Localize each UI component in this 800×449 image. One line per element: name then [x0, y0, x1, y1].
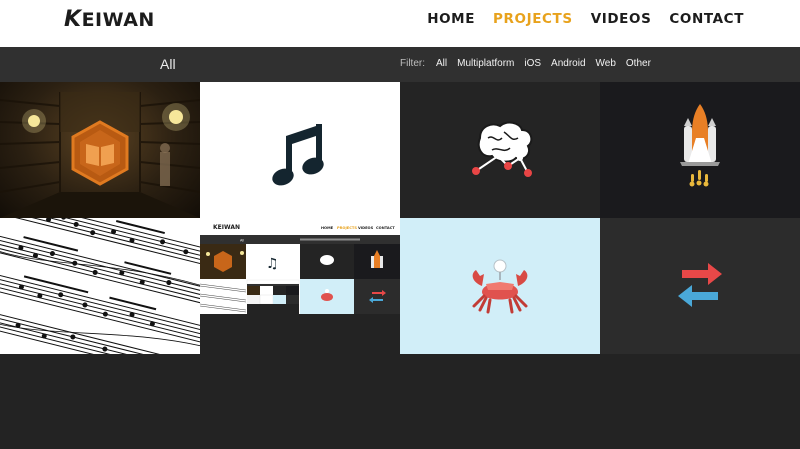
book-hexagon-icon — [71, 120, 129, 186]
project-tile-rocket[interactable] — [600, 82, 800, 218]
site-header: KEIWAN HOME PROJECTS VIDEOS CONTACT — [0, 0, 800, 47]
nav-home[interactable]: HOME — [427, 11, 475, 27]
sheet-music-image — [0, 218, 200, 354]
library-scene-image — [0, 92, 200, 218]
logo-letter-k: K — [64, 7, 82, 32]
svg-text:♫: ♫ — [266, 256, 279, 272]
filter-label: Filter: — [400, 58, 425, 69]
project-tile-library[interactable] — [0, 82, 200, 218]
project-tile-sheet-music[interactable] — [0, 218, 200, 354]
crab-icon — [472, 259, 528, 314]
site-logo[interactable]: KEIWAN — [64, 7, 155, 32]
nav-projects[interactable]: PROJECTS — [493, 11, 573, 27]
nav-contact[interactable]: CONTACT — [669, 11, 744, 27]
thumb-nav-videos: VIDEOS — [358, 226, 374, 230]
filter-multiplatform[interactable]: Multiplatform — [457, 58, 514, 69]
thumb-nav-projects: PROJECTS — [337, 226, 357, 230]
space-shuttle-icon — [680, 104, 720, 187]
thumb-logo: KEIWAN — [213, 224, 240, 231]
filter-list: Filter: All Multiplatform iOS Android We… — [400, 58, 651, 69]
filter-bar: All Filter: All Multiplatform iOS Androi… — [0, 47, 800, 82]
filter-web[interactable]: Web — [596, 58, 616, 69]
project-tile-music[interactable] — [200, 82, 400, 218]
project-tile-crab[interactable] — [400, 218, 600, 354]
filter-all[interactable]: All — [436, 58, 447, 69]
project-tile-website[interactable]: KEIWAN HOME PROJECTS VIDEOS CONTACT All … — [200, 218, 400, 354]
logo-text: EIWAN — [81, 9, 155, 31]
project-tile-brain[interactable] — [400, 82, 600, 218]
thumb-category-title: All — [240, 239, 244, 243]
website-screenshot-image: KEIWAN HOME PROJECTS VIDEOS CONTACT All … — [200, 218, 400, 354]
nav-videos[interactable]: VIDEOS — [591, 11, 652, 27]
music-note-icon — [272, 124, 324, 186]
main-nav: HOME PROJECTS VIDEOS CONTACT — [427, 11, 744, 27]
filter-android[interactable]: Android — [551, 58, 585, 69]
thumb-nav-contact: CONTACT — [376, 226, 395, 230]
category-title: All — [160, 56, 176, 72]
filter-ios[interactable]: iOS — [524, 58, 541, 69]
project-tile-arrows[interactable] — [600, 218, 800, 354]
swap-arrows-icon — [678, 263, 722, 307]
thumb-nav-home: HOME — [321, 226, 334, 230]
project-grid: KEIWAN HOME PROJECTS VIDEOS CONTACT All … — [0, 82, 800, 354]
brain-network-icon — [472, 121, 533, 177]
filter-other[interactable]: Other — [626, 58, 651, 69]
